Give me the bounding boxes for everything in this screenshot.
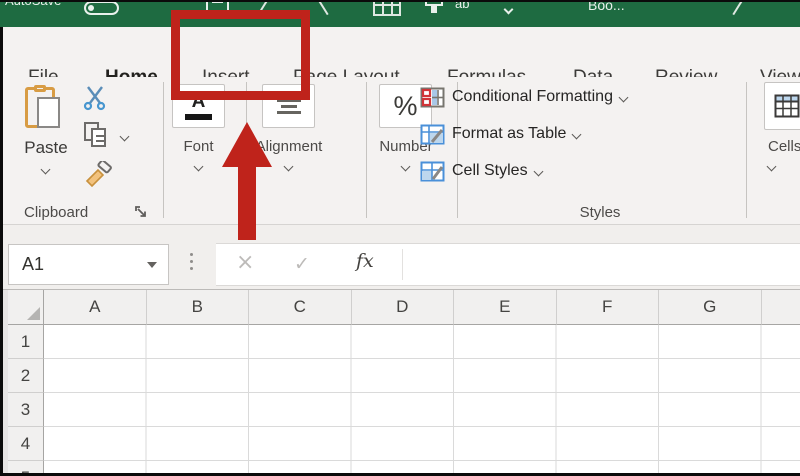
formula-bar-grip-icon[interactable] [190, 253, 193, 270]
conditional-formatting-icon [420, 87, 445, 108]
format-as-table-button[interactable]: Format as Table [420, 123, 580, 145]
annotation-highlight-box [171, 10, 310, 100]
conditional-formatting-chevron-icon [619, 92, 629, 102]
title-bar: AutoSave ab Boo... [0, 0, 800, 27]
titlebar-partial-icon[interactable] [732, 0, 743, 15]
cancel-icon[interactable]: × [236, 250, 254, 275]
cell-styles-chevron-icon [533, 166, 543, 176]
clipboard-dialog-launcher-icon[interactable] [134, 205, 148, 219]
conditional-formatting-label: Conditional Formatting [452, 88, 613, 106]
column-header-partial[interactable] [762, 290, 800, 325]
titlebar-chevron-down-icon[interactable] [504, 5, 514, 15]
copy-chevron-icon[interactable] [120, 132, 130, 142]
formula-divider [402, 249, 403, 280]
column-header-g[interactable]: G [659, 290, 762, 325]
ribbon-tab-row: File Home Insert Page Layout Formulas Da… [0, 27, 800, 77]
format-as-table-label: Format as Table [452, 125, 566, 143]
excel-window: AutoSave ab Boo... File Home Insert Page… [0, 0, 800, 476]
row-header-4[interactable]: 4 [8, 427, 44, 461]
row-headers: 1 2 3 4 5 [8, 325, 44, 473]
redo-icon[interactable] [317, 0, 328, 15]
toggle-knob-icon [88, 5, 94, 11]
percent-icon: % [393, 91, 417, 122]
column-headers: A B C D E F G [8, 290, 800, 325]
paint-icon[interactable] [424, 0, 444, 14]
cells-group-label: Cells [768, 138, 800, 155]
number-chevron-icon [401, 162, 411, 172]
name-box[interactable]: A1 [8, 244, 169, 285]
autosave-toggle[interactable] [84, 1, 119, 15]
row-header-2[interactable]: 2 [8, 359, 44, 393]
name-box-value: A1 [22, 254, 44, 275]
formula-bar[interactable]: × ✓ fx [216, 243, 800, 286]
cell-styles-label: Cell Styles [452, 162, 528, 180]
cut-icon[interactable] [82, 85, 108, 111]
group-separator [163, 82, 164, 218]
font-chevron-icon [194, 162, 204, 172]
styles-group-label: Styles [560, 204, 640, 221]
cells-chevron-icon [767, 162, 777, 172]
window-edge [0, 27, 3, 476]
paste-label: Paste [14, 138, 78, 158]
insert-function-icon[interactable]: fx [356, 250, 374, 272]
paste-page-icon [37, 97, 60, 128]
font-underline-bar-icon [185, 114, 212, 120]
select-all-triangle-icon [27, 307, 40, 320]
row-header-3[interactable]: 3 [8, 393, 44, 427]
group-separator [746, 82, 747, 218]
enter-icon[interactable]: ✓ [294, 253, 310, 275]
cell-styles-button[interactable]: Cell Styles [420, 160, 542, 182]
column-header-e[interactable]: E [454, 290, 557, 325]
cells-table-icon [774, 94, 800, 118]
column-header-c[interactable]: C [249, 290, 352, 325]
format-as-table-icon [420, 124, 445, 145]
format-painter-icon[interactable] [84, 161, 114, 187]
column-header-b[interactable]: B [147, 290, 250, 325]
name-box-dropdown-icon[interactable] [147, 262, 157, 268]
row-header-1[interactable]: 1 [8, 325, 44, 359]
paste-chevron-icon[interactable] [41, 165, 51, 175]
conditional-formatting-button[interactable]: Conditional Formatting [420, 86, 627, 108]
cells-box [764, 82, 800, 130]
format-as-table-chevron-icon [572, 129, 582, 139]
column-header-a[interactable]: A [44, 290, 147, 325]
window-edge [0, 0, 800, 2]
table-icon[interactable] [372, 0, 402, 17]
ribbon: Paste Clipboard [0, 77, 800, 225]
copy-icon[interactable] [84, 122, 110, 150]
column-header-d[interactable]: D [352, 290, 455, 325]
alignment-chevron-icon [284, 162, 294, 172]
formula-bar-row: A1 × ✓ fx [0, 225, 800, 290]
annotation-arrow-up-icon [215, 118, 279, 244]
worksheet-cells[interactable] [44, 325, 800, 476]
column-header-f[interactable]: F [557, 290, 660, 325]
clipboard-group-label: Clipboard [24, 204, 88, 221]
cell-styles-icon [420, 161, 445, 182]
select-all-button[interactable] [8, 290, 44, 325]
